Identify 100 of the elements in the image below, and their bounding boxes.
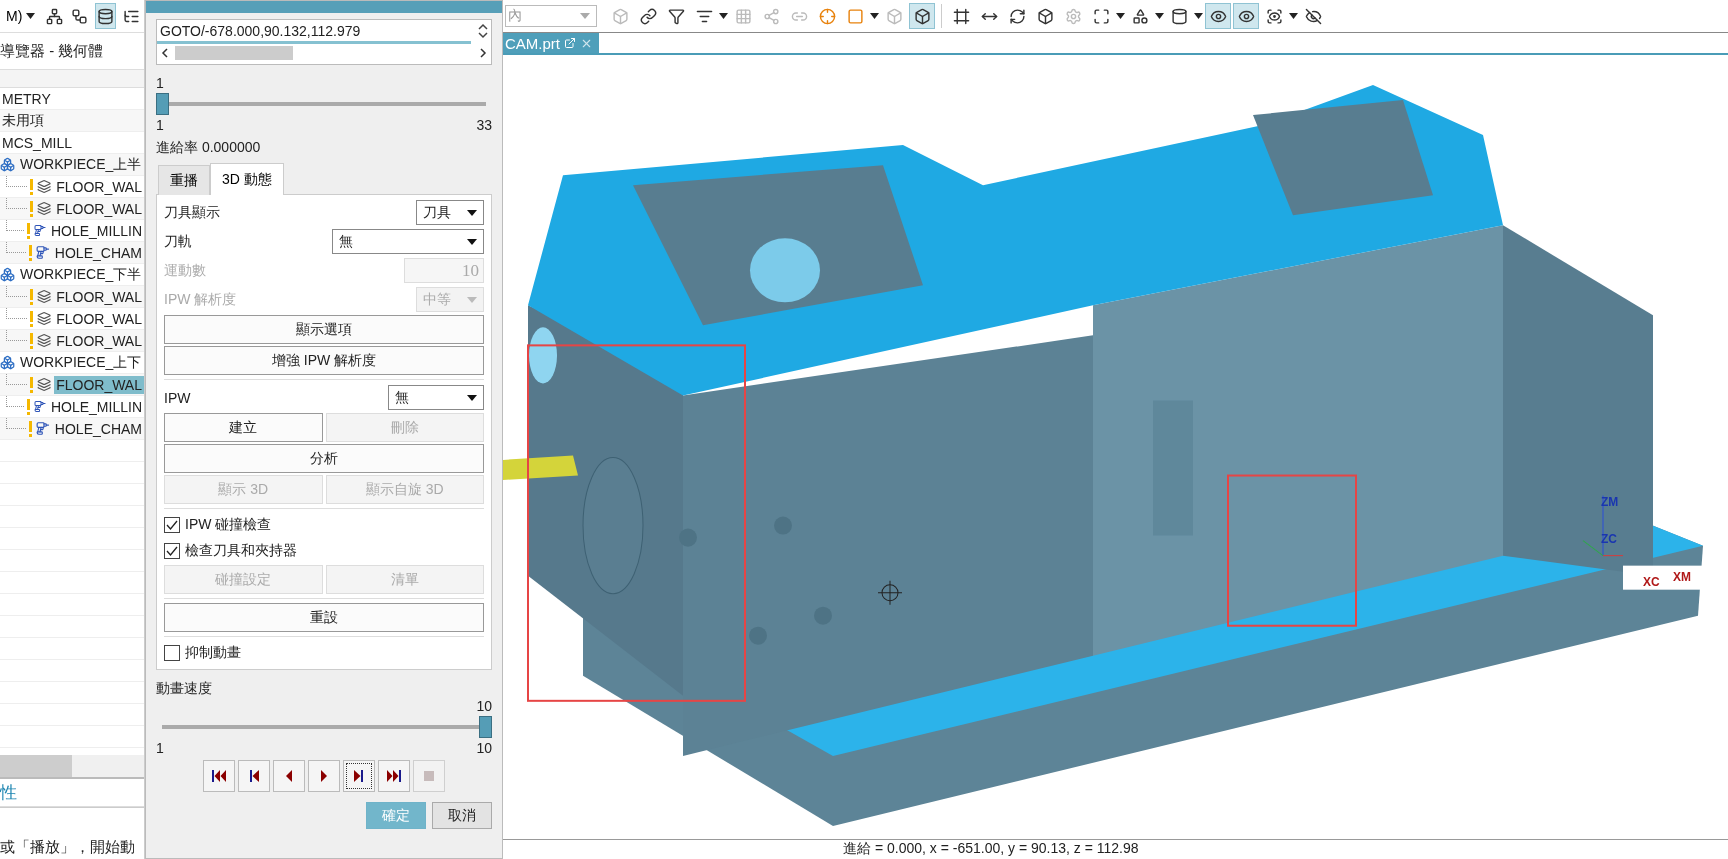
- caret-icon: [467, 209, 477, 216]
- menu-dropdown[interactable]: M): [2, 4, 40, 28]
- status-text: 進給 = 0.000, x = -651.00, y = 90.13, z = 112.98: [503, 839, 1728, 859]
- layers-icon: [36, 289, 52, 304]
- hint-text: 或「播放」，開始動: [0, 807, 144, 859]
- drill-icon: [36, 421, 50, 436]
- drill-icon: [36, 245, 50, 260]
- caret-icon: [1116, 13, 1125, 19]
- slider-min: 1: [156, 740, 164, 756]
- field-label: IPW 解析度: [164, 290, 237, 309]
- warning-mark-icon: [29, 244, 34, 261]
- file-tab-label: CAM.prt: [505, 34, 560, 52]
- slider-value: 10: [476, 698, 492, 714]
- panel-button[interactable]: 增強 IPW 解析度: [164, 346, 484, 375]
- checkbox[interactable]: [164, 543, 180, 559]
- panel-button[interactable]: 分析: [164, 444, 484, 473]
- tab[interactable]: 重播: [158, 165, 210, 195]
- axis-label: ZC: [1601, 531, 1617, 546]
- warning-mark-icon: [26, 222, 31, 239]
- cubes-icon: [0, 355, 15, 370]
- pop-out-icon[interactable]: [564, 37, 576, 49]
- tree-item[interactable]: FLOOR_WAL: [54, 375, 144, 394]
- caret-icon: [467, 238, 477, 245]
- warning-mark-icon: [29, 420, 34, 437]
- playback-button[interactable]: [378, 760, 410, 792]
- skip-start-icon: [211, 768, 227, 784]
- skip-end-icon: [386, 768, 402, 784]
- tree-item[interactable]: MCS_MILL: [0, 133, 75, 152]
- caret-icon: [1289, 13, 1298, 19]
- eye-icon[interactable]: [1233, 3, 1259, 29]
- cubes-icon: [0, 267, 15, 282]
- layers-icon: [36, 179, 52, 194]
- field-label: 運動數: [164, 261, 206, 280]
- cube-icon[interactable]: [909, 3, 935, 29]
- axis-label: XM: [1673, 569, 1691, 584]
- caret-icon: [870, 13, 879, 19]
- warning-mark-icon: [29, 200, 34, 217]
- spin-arrows-icon[interactable]: [477, 22, 489, 40]
- playback-button[interactable]: [203, 760, 235, 792]
- panel-button[interactable]: 顯示選項: [164, 315, 484, 344]
- slider-max: 10: [476, 740, 492, 756]
- playback-button[interactable]: [238, 760, 270, 792]
- cylinder-stack-icon[interactable]: [94, 3, 117, 29]
- panel-button[interactable]: 建立: [164, 413, 323, 442]
- path-line-text: GOTO/-678.000,90.132,112.979: [160, 22, 361, 39]
- axis-triad-drawing: [1582, 495, 1624, 557]
- feed-rate-text: 進給率 0.000000: [156, 139, 261, 155]
- caret-icon: [467, 296, 477, 303]
- scrollbar-thumb[interactable]: [175, 46, 293, 60]
- warning-mark-icon: [29, 288, 34, 305]
- panel-button[interactable]: 重設: [164, 603, 484, 632]
- checkbox[interactable]: [164, 645, 180, 661]
- eye-icon[interactable]: [1205, 3, 1231, 29]
- checkbox[interactable]: [164, 517, 180, 533]
- chevron-right-icon[interactable]: [479, 48, 487, 58]
- playback-button[interactable]: [343, 760, 375, 792]
- field-label: 刀具顯示: [164, 203, 220, 222]
- caret-icon: [580, 13, 590, 19]
- layers-icon: [36, 377, 52, 392]
- tree-item[interactable]: HOLE_MILLIN: [48, 397, 144, 416]
- slider-thumb[interactable]: [479, 716, 492, 738]
- warning-mark-icon: [26, 398, 31, 415]
- caret-icon: [1155, 13, 1164, 19]
- properties-title: 性: [0, 777, 144, 807]
- chevron-left-icon[interactable]: [161, 48, 169, 58]
- cancel-button[interactable]: 取消: [432, 802, 492, 829]
- caret-icon: [467, 394, 477, 401]
- tree-item[interactable]: HOLE_MILLIN: [48, 221, 144, 240]
- speed-label: 動畫速度: [156, 680, 212, 696]
- layers-icon: [36, 201, 52, 216]
- warning-mark-icon: [29, 332, 34, 349]
- field-label: IPW: [164, 389, 191, 406]
- warning-mark-icon: [29, 376, 34, 393]
- slider-min: 1: [156, 117, 164, 133]
- slider-value: 1: [156, 75, 164, 91]
- caret-icon: [26, 13, 36, 19]
- slider-thumb[interactable]: [156, 93, 169, 115]
- field-label: 刀軌: [164, 232, 192, 251]
- dropdown[interactable]: 無: [388, 385, 484, 410]
- layers-icon: [36, 311, 52, 326]
- tree-item[interactable]: FLOOR_WAL: [54, 177, 144, 196]
- tree-item[interactable]: WORKPIECE_上下: [18, 352, 144, 373]
- scrollbar[interactable]: [0, 755, 144, 777]
- tree-item[interactable]: METRY: [0, 89, 53, 108]
- layers-icon: [36, 333, 52, 348]
- checkbox-label: IPW 碰撞檢查: [185, 516, 272, 534]
- playback-button[interactable]: [308, 760, 340, 792]
- caret-icon: [1194, 13, 1203, 19]
- tree-item[interactable]: WORKPIECE_下半: [18, 264, 144, 285]
- tree-item[interactable]: FLOOR_WAL: [54, 309, 144, 328]
- dropdown[interactable]: 刀具: [416, 200, 484, 225]
- warning-mark-icon: [29, 310, 34, 327]
- crosshair-icon: [877, 580, 903, 606]
- dropdown[interactable]: 無: [332, 229, 484, 254]
- drill-icon: [33, 223, 46, 238]
- playback-button[interactable]: [273, 760, 305, 792]
- path-list[interactable]: GOTO/-678.000,90.132,112.979: [156, 19, 492, 65]
- caret-icon: [719, 13, 728, 19]
- tab[interactable]: 3D 動態: [210, 163, 284, 195]
- stop-icon: [421, 768, 437, 784]
